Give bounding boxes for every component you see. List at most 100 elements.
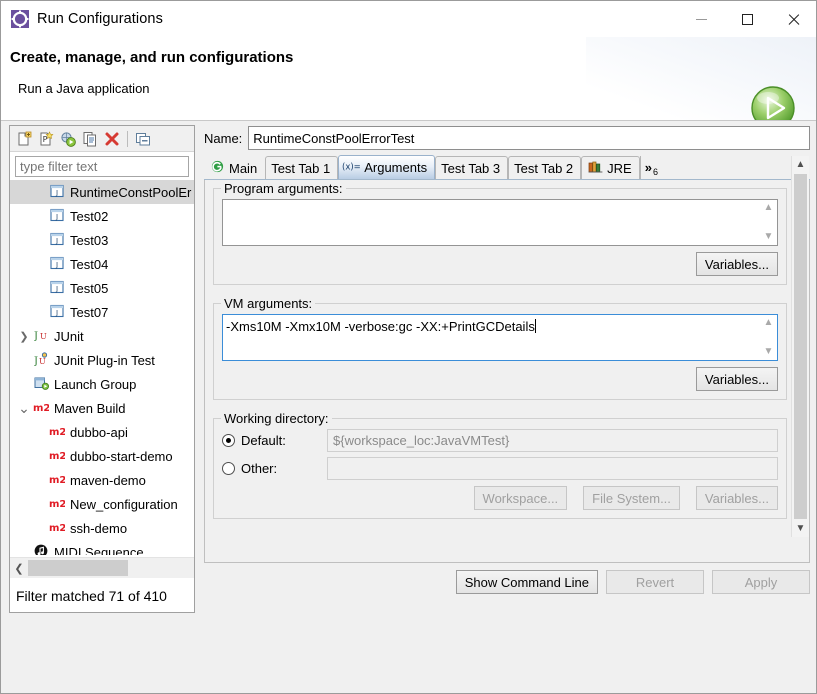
tree-item-icon-wrap: m2 <box>48 521 66 536</box>
tree-item-icon-wrap: J <box>48 208 66 225</box>
show-command-line-button[interactable]: Show Command Line <box>455 570 598 594</box>
tree-item-label: MIDI Sequence <box>54 544 144 556</box>
tree-item[interactable]: MIDI Sequence <box>10 540 194 555</box>
green-run-play-icon <box>749 84 797 120</box>
chevron-up-icon[interactable]: ▲ <box>792 156 809 173</box>
minimize-icon <box>695 18 707 20</box>
vm-arguments-variables-button[interactable]: Variables... <box>695 367 778 391</box>
tree-item[interactable]: m2 ssh-demo <box>10 516 194 540</box>
vm-arguments-textarea[interactable]: -Xms10M -Xmx10M -verbose:gc -XX:+PrintGC… <box>222 314 778 361</box>
horizontal-scroll-thumb[interactable] <box>28 560 128 576</box>
maven-icon: m2 <box>49 497 66 512</box>
dialog-header: Create, manage, and run configurations R… <box>1 37 816 121</box>
working-directory-other-input[interactable] <box>327 457 778 480</box>
tab-test-tab-3[interactable]: Test Tab 3 <box>435 156 509 179</box>
tab-content-scrollbar[interactable]: ▲ ▼ <box>791 156 809 537</box>
scroll-left-icon[interactable]: ❮ <box>10 559 28 577</box>
chevron-down-icon[interactable]: ▼ <box>764 347 774 357</box>
tab-icon-wrap <box>209 160 225 175</box>
working-directory-variables-button: Variables... <box>695 486 778 510</box>
tree-item[interactable]: ⌄ m2 Maven Build <box>10 396 194 420</box>
working-directory-default-radio[interactable] <box>222 434 235 447</box>
tab-arguments[interactable]: (x)= Arguments <box>338 155 436 179</box>
page-subtitle: Run a Java application <box>18 81 150 96</box>
configurations-tree[interactable]: J RuntimeConstPoolErrorTest J Test02 J Test03… <box>10 180 194 555</box>
jre-tab-icon <box>588 160 603 176</box>
tree-horizontal-scrollbar[interactable]: ❮ <box>10 557 194 578</box>
chevron-down-icon[interactable]: ▼ <box>792 520 809 537</box>
minimize-button[interactable] <box>678 1 724 37</box>
tree-item[interactable]: Launch Group <box>10 372 194 396</box>
collapse-all-icon[interactable] <box>132 128 154 150</box>
tree-item[interactable]: J Test02 <box>10 204 194 228</box>
tree-item[interactable]: ❯ J U JUnit <box>10 324 194 348</box>
tree-item[interactable]: J Test04 <box>10 252 194 276</box>
tree-item-label: dubbo-start-demo <box>70 448 173 464</box>
working-directory-default-label: Default: <box>241 433 286 448</box>
working-directory-workspace-button: Workspace... <box>473 486 568 510</box>
working-directory-file-system-button: File System... <box>583 486 680 510</box>
svg-text:J: J <box>55 237 58 245</box>
tab-icon-wrap: (x)= <box>342 161 361 175</box>
vm-arguments-label: VM arguments: <box>221 296 316 311</box>
name-label: Name: <box>204 130 243 146</box>
vm-arguments-value-wrap: -Xms10M -Xmx10M -verbose:gc -XX:+PrintGC… <box>226 319 536 334</box>
program-arguments-scrollbar[interactable]: ▲ ▼ <box>761 201 776 244</box>
tab-overflow-chevron-icon[interactable]: » 6 <box>639 156 664 179</box>
tab-jre[interactable]: JRE <box>581 156 640 179</box>
maven-icon: m2 <box>49 521 66 536</box>
tree-item[interactable]: m2 dubbo-api <box>10 420 194 444</box>
maven-icon: m2 <box>49 449 66 464</box>
tree-item[interactable]: m2 New_configuration <box>10 492 194 516</box>
tree-item[interactable]: m2 maven-demo <box>10 468 194 492</box>
chevron-down-icon[interactable]: ⌄ <box>16 400 32 417</box>
tree-item[interactable]: J Test07 <box>10 300 194 324</box>
title-bar: Run Configurations <box>1 1 816 37</box>
vertical-scroll-thumb[interactable] <box>794 174 807 519</box>
maximize-icon <box>741 13 753 25</box>
chevron-down-icon[interactable]: ▼ <box>764 232 774 242</box>
tree-item[interactable]: m2 dubbo-start-demo <box>10 444 194 468</box>
tab-list: Main Test Tab 1 (x)= Arguments Test Tab 3 Tes… <box>204 155 810 179</box>
tree-item-label: Test02 <box>70 208 109 224</box>
run-configurations-dialog: Run Configurations Create, manage, and r… <box>0 0 817 694</box>
chevron-up-icon[interactable]: ▲ <box>764 318 774 328</box>
chevron-right-icon[interactable]: ❯ <box>16 330 32 343</box>
tab-test-tab-1[interactable]: Test Tab 1 <box>265 156 339 179</box>
new-prototype-icon[interactable]: P <box>35 128 57 150</box>
chevron-up-icon[interactable]: ▲ <box>764 203 774 213</box>
svg-text:m2: m2 <box>49 451 65 461</box>
filter-field-wrap <box>10 152 194 180</box>
tree-item-icon-wrap: m2 <box>48 497 66 512</box>
configuration-details-panel: Name: Main Test Tab 1 (x)=Arguments Test Ta… <box>204 125 810 688</box>
tab-test-tab-2[interactable]: Test Tab 2 <box>508 156 582 179</box>
new-configuration-icon[interactable] <box>13 128 35 150</box>
tree-item-label: JUnit <box>54 328 84 344</box>
maximize-button[interactable] <box>724 1 770 37</box>
vm-arguments-group: VM arguments: -Xms10M -Xmx10M -verbose:g… <box>213 296 787 400</box>
text-caret <box>534 319 536 333</box>
configuration-name-input[interactable] <box>248 126 810 150</box>
vm-arguments-scrollbar[interactable]: ▲ ▼ <box>761 316 776 359</box>
program-arguments-variables-button[interactable]: Variables... <box>695 252 778 276</box>
program-arguments-textarea[interactable]: ▲ ▼ <box>222 199 778 246</box>
working-directory-other-radio[interactable] <box>222 462 235 475</box>
export-configuration-icon[interactable] <box>57 128 79 150</box>
java-launch-icon: J <box>50 256 64 273</box>
tab-main[interactable]: Main <box>204 156 265 179</box>
java-launch-icon: J <box>50 208 64 225</box>
duplicate-configuration-icon[interactable] <box>79 128 101 150</box>
svg-text:P: P <box>43 135 48 144</box>
close-button[interactable] <box>770 1 816 37</box>
tab-label: JRE <box>607 160 632 176</box>
svg-text:m2: m2 <box>49 523 65 533</box>
delete-configuration-icon[interactable] <box>101 128 123 150</box>
apply-button: Apply <box>712 570 810 594</box>
tree-item[interactable]: J Test05 <box>10 276 194 300</box>
working-directory-other-label: Other: <box>241 461 278 476</box>
tree-item-label: Launch Group <box>54 376 137 392</box>
tree-item[interactable]: J Test03 <box>10 228 194 252</box>
tree-item[interactable]: J U JUnit Plug-in Test <box>10 348 194 372</box>
filter-input[interactable] <box>15 156 189 177</box>
tree-item[interactable]: J RuntimeConstPoolErrorTest <box>10 180 194 204</box>
